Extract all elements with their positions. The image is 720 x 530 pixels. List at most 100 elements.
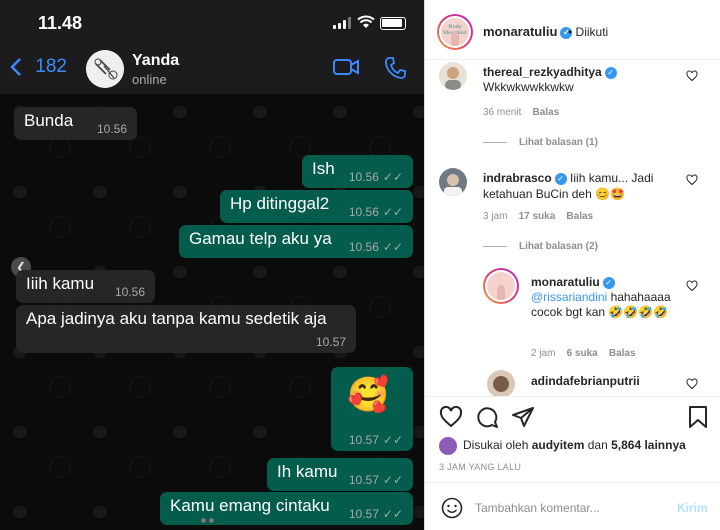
chat-header: 182 Yanda online — [0, 44, 424, 94]
message-bubble-out[interactable]: Hp ditinggal2 10.56 ✓✓ — [220, 190, 413, 223]
message-bubble-in[interactable]: Iiih kamu 10.56 — [16, 270, 155, 303]
double-check-icon: ✓✓ — [382, 433, 403, 447]
message-bubble-out[interactable]: Ih kamu 10.57 ✓✓ — [267, 458, 413, 491]
comment-like-count[interactable]: 6 suka — [567, 348, 598, 359]
like-comment-heart-icon[interactable] — [686, 378, 698, 390]
comment-meta: 2 jam 6 suka Balas — [531, 348, 636, 359]
comment-username[interactable]: indrabrasco — [483, 171, 552, 185]
mention-link[interactable]: @rissariandini — [531, 290, 607, 304]
emoji-smiling-hearts: 🥰 — [347, 376, 390, 414]
comment-bubble-icon[interactable] — [475, 405, 499, 429]
message-bubble-out[interactable]: Ish 10.56 ✓✓ — [302, 155, 413, 188]
message-time: 10.56 — [348, 240, 379, 254]
message-text: Ih kamu — [277, 462, 338, 481]
comment-time: 36 menit — [483, 107, 522, 118]
comment-username[interactable]: monaratuliu — [531, 275, 600, 289]
message-text: Gamau telp aku ya — [189, 229, 332, 248]
likes-summary: Disukai oleh audyitem dan 5,864 lainnya — [439, 437, 686, 455]
status-bar: 11.48 — [0, 0, 424, 44]
like-heart-icon[interactable] — [439, 405, 463, 429]
comments-list: thereal_rezkyadhitya ✓ Wkkwkwwkkwkw 36 me… — [425, 60, 720, 396]
back-count: 182 — [35, 56, 67, 77]
video-call-icon[interactable] — [332, 56, 360, 78]
follow-status: • Diikuti — [568, 25, 609, 39]
likes-mid: dan — [584, 438, 612, 453]
view-replies-button[interactable]: Lihat balasan (1) — [483, 137, 598, 148]
verified-badge-icon: ✓ — [602, 276, 615, 289]
post-author-username[interactable]: monaratuliu ✓ — [483, 24, 573, 39]
message-text: Apa jadinya aku tanpa kamu sedetik aja — [26, 309, 327, 328]
message-time: 10.57 — [348, 433, 379, 447]
send-comment-button[interactable]: Kirim — [677, 501, 708, 515]
verified-badge-icon: ✓ — [604, 66, 617, 79]
share-send-icon[interactable] — [511, 405, 535, 429]
likes-prefix: Disukai oleh — [463, 438, 532, 453]
double-check-icon: ✓✓ — [382, 205, 403, 219]
like-comment-heart-icon[interactable] — [686, 174, 698, 186]
message-time: 10.57 — [348, 507, 379, 521]
comment-text: adindafebrianputrii — [531, 374, 640, 388]
message-bubble-in[interactable]: Bunda 10.56 — [14, 107, 137, 140]
liker-username[interactable]: audyitem — [532, 438, 585, 452]
instagram-comments-panel: Nody Shontkist monaratuliu✓ • Diikuti th… — [424, 0, 720, 530]
whatsapp-screenshot: 11.48 182 Yanda online Bunda 10.56 Ish 10.… — [0, 0, 424, 530]
reply-button[interactable]: Balas — [532, 107, 559, 118]
chevron-left-icon — [10, 58, 21, 76]
verified-badge-icon: ✓ — [554, 172, 567, 185]
double-check-icon: ✓✓ — [382, 240, 403, 254]
phone-call-icon[interactable] — [384, 56, 406, 80]
bookmark-icon[interactable] — [687, 405, 709, 429]
commenter-avatar[interactable] — [439, 168, 467, 196]
comment-input[interactable]: Tambahkan komentar... — [475, 501, 600, 515]
double-check-icon: ✓✓ — [382, 170, 403, 184]
message-time: 10.56 — [348, 205, 379, 219]
message-text: Bunda — [24, 111, 74, 130]
comment-meta: 36 menit Balas — [483, 107, 559, 118]
contact-status: online — [132, 72, 167, 87]
message-time: 10.56 — [96, 122, 127, 136]
commenter-avatar[interactable] — [483, 268, 519, 304]
post-time-ago: 3 JAM YANG LALU — [439, 462, 522, 472]
comment-like-count[interactable]: 17 suka — [519, 211, 556, 222]
reply-button[interactable]: Balas — [566, 211, 593, 222]
double-check-icon: ✓✓ — [382, 507, 403, 521]
message-time: 10.57 — [315, 335, 346, 349]
signal-icon — [333, 17, 351, 29]
commenter-avatar[interactable] — [487, 370, 515, 396]
message-text: Hp ditinggal2 — [230, 194, 330, 213]
liker-avatar[interactable] — [439, 437, 457, 455]
double-check-icon: ✓✓ — [382, 473, 403, 487]
message-bubble-in[interactable]: Apa jadinya aku tanpa kamu sedetik aja 10… — [16, 305, 356, 353]
post-author-avatar[interactable]: Nody Shontkist — [437, 14, 473, 50]
commenter-avatar[interactable] — [439, 62, 467, 90]
likes-count[interactable]: 5,864 lainnya — [611, 438, 686, 452]
comment-text: monaratuliu ✓ @rissariandini hahahaaaa coc… — [531, 275, 683, 320]
reply-button[interactable]: Balas — [609, 348, 636, 359]
message-time: 10.56 — [348, 170, 379, 184]
comment-username[interactable]: thereal_rezkyadhitya — [483, 65, 602, 79]
like-comment-heart-icon[interactable] — [686, 280, 698, 292]
comment-time: 3 jam — [483, 211, 508, 222]
message-time: 10.57 — [348, 473, 379, 487]
message-text: Iiih kamu — [26, 274, 95, 293]
message-bubble-out[interactable]: Gamau telp aku ya 10.56 ✓✓ — [179, 225, 413, 258]
page-dots — [201, 510, 217, 528]
message-bubble-out[interactable]: 🥰 10.57 ✓✓ — [331, 367, 413, 451]
message-text: Ish — [312, 159, 335, 178]
post-header: Nody Shontkist monaratuliu✓ • Diikuti — [425, 0, 720, 60]
like-comment-heart-icon[interactable] — [686, 70, 698, 82]
comment-text: thereal_rezkyadhitya ✓ — [483, 65, 688, 79]
comment-meta: 3 jam 17 suka Balas — [483, 211, 593, 222]
view-replies-button[interactable]: Lihat balasan (2) — [483, 241, 598, 252]
comment-text: indrabrasco ✓ Iiih kamu... Jadi ketahuan … — [483, 170, 683, 202]
contact-name[interactable]: Yanda — [132, 52, 179, 70]
comment-body: Wkkwkwwkkwkw — [483, 80, 574, 94]
message-bubble-out[interactable]: Kamu emang cintaku 10.57 ✓✓ — [160, 492, 413, 525]
username-text: monaratuliu — [483, 24, 558, 39]
status-time: 11.48 — [38, 13, 83, 33]
emoji-smile-icon[interactable] — [441, 497, 463, 519]
comment-username[interactable]: adindafebrianputrii — [531, 374, 640, 388]
contact-avatar[interactable] — [86, 50, 124, 88]
wifi-icon — [357, 15, 375, 28]
back-button[interactable]: 182 — [10, 56, 67, 78]
